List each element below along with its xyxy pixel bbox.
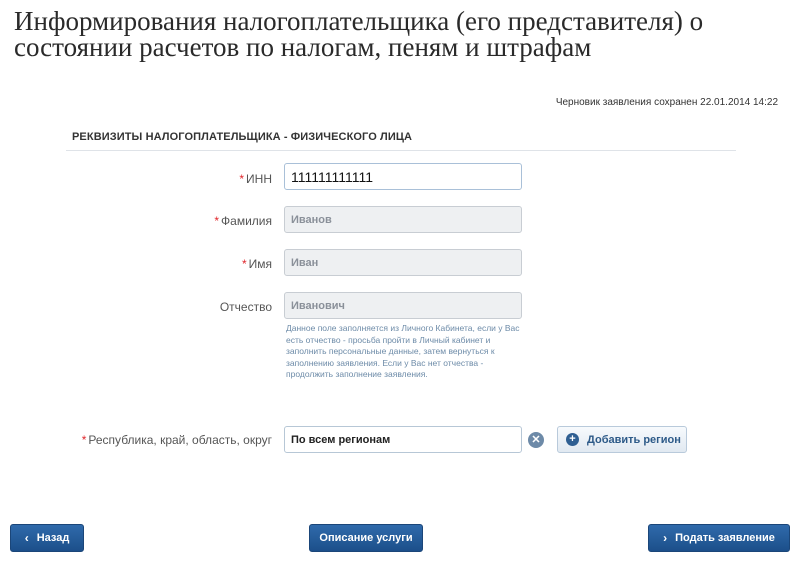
service-description-button[interactable]: Описание услуги [309,524,423,552]
add-region-button[interactable]: + Добавить регион [557,426,687,453]
section-title: РЕКВИЗИТЫ НАЛОГОПЛАТЕЛЬЩИКА - ФИЗИЧЕСКОГ… [72,131,413,143]
last-name-field: Иванов [284,206,522,233]
submit-button[interactable]: › Подать заявление [648,524,790,552]
required-mark: * [239,172,245,186]
required-mark: * [81,433,87,447]
first-name-field: Иван [284,249,522,276]
first-name-label: * Имя [241,257,272,271]
plus-circle-icon: + [566,433,579,446]
last-name-label: * Фамилия [214,214,272,228]
inn-input[interactable]: 111111111111 [284,163,522,190]
middle-name-label: Отчество [219,300,272,314]
middle-name-field: Иванович [284,292,522,319]
page-title: Информирования налогоплательщика (его пр… [14,6,704,62]
middle-name-hint: Данное поле заполняется из Личного Кабин… [286,323,520,379]
required-mark: * [214,214,220,228]
chevron-left-icon: ‹ [24,531,29,545]
back-label: Назад [36,532,70,544]
submit-label: Подать заявление [675,532,775,544]
draft-status: Черновик заявления сохранен 22.01.2014 1… [555,97,778,108]
service-description-label: Описание услуги [319,532,413,544]
clear-x-icon[interactable]: ✕ [528,432,544,448]
add-region-label: Добавить регион [587,433,681,446]
section-divider [66,150,736,151]
inn-label: * ИНН [239,172,272,186]
region-label: * Республика, край, область, округ [81,433,272,447]
back-button[interactable]: ‹ Назад [10,524,84,552]
region-select[interactable]: По всем регионам [284,426,522,453]
required-mark: * [241,257,247,271]
chevron-right-icon: › [663,531,668,545]
